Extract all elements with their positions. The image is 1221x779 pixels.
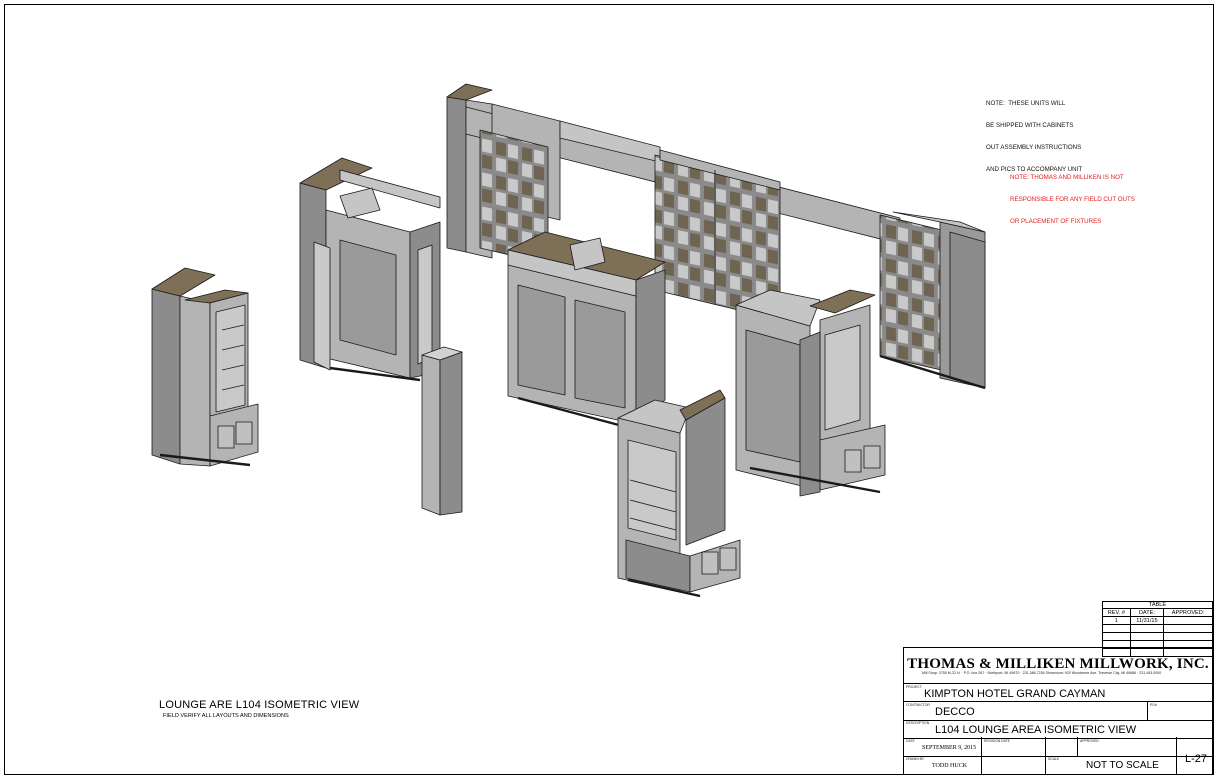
drawn-by-label: DRAWN BY [906, 757, 925, 761]
divider [1147, 702, 1148, 720]
divider [904, 701, 1212, 702]
date-value: SEPTEMBER 9, 2015 [922, 745, 977, 751]
contractor-value: DECCO [935, 706, 975, 718]
date-label: DATE [906, 739, 915, 743]
scale-label: SCALE [1048, 757, 1060, 761]
revision-cell [1102, 624, 1131, 633]
revision-header: DATE: [1129, 608, 1165, 617]
upper-left-cabinet [299, 157, 441, 382]
revision-header: REV. # [1102, 608, 1131, 617]
divider [1176, 737, 1177, 775]
divider [981, 737, 982, 775]
revision-header: APPROVED: [1163, 608, 1213, 617]
table-row: 1 11/31/15 [1102, 616, 1213, 625]
shipping-note-line: OUT ASSEMBLY INSTRUCTIONS [986, 144, 1082, 152]
divider [904, 738, 1212, 739]
revision-cell [1163, 624, 1213, 633]
left-tall-cabinet [151, 267, 259, 467]
freestanding-column [421, 346, 463, 516]
divider [1077, 737, 1078, 757]
divider [1045, 737, 1046, 775]
front-narrow-cabinet [617, 389, 741, 598]
responsibility-note: NOTE: THOMAS AND MILLIKEN IS NOT RESPONS… [1010, 159, 1135, 233]
divider [904, 720, 1212, 721]
revision-cell [1129, 624, 1165, 633]
responsibility-note-line: RESPONSIBLE FOR ANY FIELD CUT OUTS [1010, 196, 1135, 204]
company-address: Mill Shop: 3755 M-22 N. · P.O. box 267 ·… [922, 671, 1162, 675]
responsibility-note-line: OR PLACEMENT OF FIXTURES [1010, 218, 1102, 226]
revision-cell [1163, 632, 1213, 641]
scale-value: NOT TO SCALE [1086, 760, 1159, 771]
responsibility-note-line: NOTE: THOMAS AND MILLIKEN IS NOT [1010, 173, 1124, 181]
shipping-note-line: NOTE: THESE UNITS WILL [986, 99, 1066, 107]
sheet-number: L-27 [1185, 753, 1208, 765]
description-label: DESCRIPTION [906, 721, 930, 725]
view-title: LOUNGE ARE L104 ISOMETRIC VIEW [159, 699, 360, 711]
revision-cell: 11/31/15 [1129, 616, 1165, 625]
table-row [1102, 632, 1213, 641]
center-double-cabinet [507, 231, 666, 430]
divider [904, 683, 1212, 684]
revision-cell: 1 [1102, 616, 1131, 625]
po-label: PO# [1150, 703, 1157, 707]
description-value: L104 LOUNGE AREA ISOMETRIC VIEW [935, 724, 1137, 736]
project-label: PROJECT [906, 685, 922, 689]
table-row [1102, 624, 1213, 633]
project-value: KIMPTON HOTEL GRAND CAYMAN [924, 688, 1106, 700]
revision-cell [1129, 632, 1165, 641]
shipping-note-line: BE SHIPPED WITH CABINETS [986, 122, 1074, 130]
right-cabinet [735, 289, 886, 497]
revision-cell [1102, 632, 1131, 641]
revision-table-title: TABLE [1102, 601, 1213, 609]
view-subtitle: FIELD VERIFY ALL LAYOUTS AND DIMENSIONS [163, 713, 289, 719]
revision-date-label: REVISION DATE [984, 739, 1010, 743]
drawn-by-value: TODD HUCK [932, 763, 968, 769]
approved-label: APPROVED [1080, 739, 1099, 743]
contractor-label: CONTRACTOR [906, 703, 930, 707]
revision-cell [1163, 616, 1213, 625]
